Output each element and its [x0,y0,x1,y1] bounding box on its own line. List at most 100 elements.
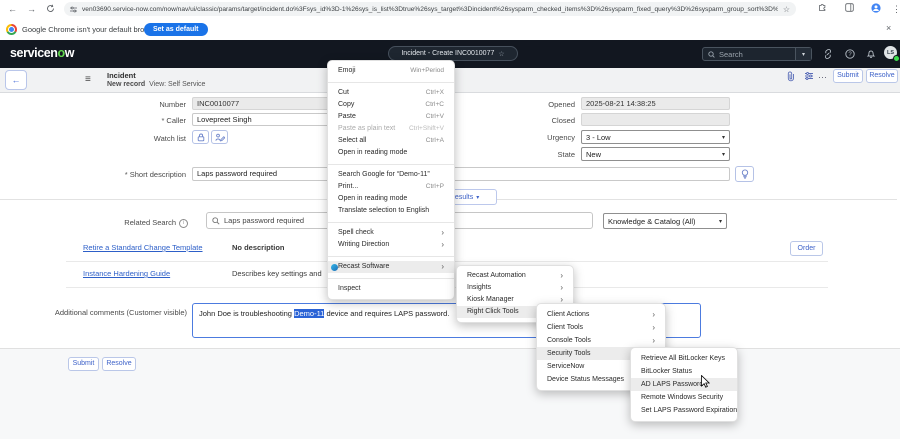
security-tools-submenu: Retrieve All BitLocker Keys BitLocker St… [630,347,738,422]
additional-comments-label: Additional comments (Customer visible) [30,308,187,317]
context-menu-item[interactable]: Copy Ctrl+C [328,99,454,111]
extensions-icon[interactable] [818,3,827,12]
mouse-cursor [701,375,710,388]
submenu-item[interactable]: Set LAPS Password Expiration [631,404,737,417]
browser-menu-icon[interactable]: ⋮ [892,4,900,14]
tab-incident-create[interactable]: Incident - Create INC0010077 ☆ [388,46,518,61]
result-link[interactable]: Retire a Standard Change Template [83,243,203,252]
banner-close-icon[interactable]: × [886,23,891,33]
form-title: Incident [107,71,136,80]
urgency-select[interactable]: 3 - Low▾ [581,130,730,144]
resolve-button-header[interactable]: Resolve [866,69,898,83]
submenu-item[interactable]: Console Tools › [537,334,665,347]
search-icon [708,51,715,58]
side-panel-icon[interactable] [845,3,854,12]
order-button[interactable]: Order [790,241,823,256]
submit-button-footer[interactable]: Submit [68,357,99,371]
context-menu-item[interactable]: Open in reading mode [328,147,454,159]
context-menu-item[interactable]: Open in reading mode [328,193,454,205]
context-menu-item[interactable]: Search Google for “Demo-11” [328,169,454,181]
default-browser-text: Google Chrome isn't your default browser [22,25,160,34]
related-search-label: Related Searchi [100,218,188,228]
resolve-button-footer[interactable]: Resolve [102,357,136,371]
screen: ← → ven03690.service-now.com/now/nav/ui/… [0,0,900,439]
browser-toolbar: ← → ven03690.service-now.com/now/nav/ui/… [0,0,900,18]
chevron-down-icon: ▾ [719,218,722,225]
submenu-item[interactable]: Recast Automation › [457,270,573,282]
set-as-default-button[interactable]: Set as default [144,23,208,36]
context-menu-item[interactable]: Translate selection to English [328,205,454,217]
chrome-logo-icon [6,24,17,35]
site-settings-icon[interactable] [70,6,77,13]
menu-separator [328,256,454,257]
forward-icon[interactable]: → [27,4,36,14]
info-icon[interactable]: i [179,219,188,228]
context-menu-item[interactable]: Select all Ctrl+A [328,135,454,147]
bookmark-star-icon[interactable]: ☆ [783,5,790,14]
connect-icon[interactable] [823,49,833,59]
submenu-arrow-icon: › [441,240,444,249]
context-menu-item[interactable]: Spell check › [328,227,454,239]
profile-avatar-icon[interactable] [871,3,881,13]
url-text[interactable]: ven03690.service-now.com/now/nav/ui/clas… [82,6,778,13]
menu-separator [328,222,454,223]
context-menu-item[interactable]: Paste Ctrl+V [328,111,454,123]
back-icon[interactable]: ← [8,4,17,14]
lightbulb-icon [741,169,749,180]
context-menu: Emoji Win+Period Cut Ctrl+X Copy Ctrl+C … [327,60,455,300]
number-label: Number [36,100,186,109]
submenu-arrow-icon: › [652,323,655,332]
submenu-item[interactable]: BitLocker Status [631,365,737,378]
search-filter-select[interactable]: Knowledge & Catalog (All)▾ [603,213,727,229]
attachment-paperclip-icon[interactable] [786,71,797,82]
context-menu-item[interactable]: Recast Software › [328,261,454,273]
context-menu-item[interactable]: Writing Direction › [328,239,454,251]
search-icon [212,217,220,225]
global-search[interactable]: Search ▾ [702,47,812,61]
watch-list-lock-button[interactable] [192,130,209,144]
chevron-down-icon: ▾ [722,134,725,141]
closed-field [581,113,730,126]
short-description-field[interactable]: Laps password required [192,167,730,181]
submenu-item[interactable]: Insights › [457,282,573,294]
submenu-arrow-icon: › [441,228,444,237]
servicenow-logo[interactable]: servicenow [10,46,74,60]
reload-icon[interactable] [46,4,55,13]
result-link[interactable]: Instance Hardening Guide [83,269,170,278]
notifications-bell-icon[interactable] [866,49,876,59]
submenu-item[interactable]: AD LAPS Password [631,378,737,391]
submenu-item[interactable]: Client Tools › [537,321,665,334]
submit-button-header[interactable]: Submit [833,69,863,83]
short-description-label: *Short description [36,170,186,179]
menu-separator [328,164,454,165]
edit-watch-list-icon [215,133,225,142]
context-menu-item[interactable]: Emoji Win+Period [328,65,454,77]
edit-watch-list-button[interactable] [211,130,228,144]
lock-icon [197,133,205,142]
submenu-arrow-icon: › [652,310,655,319]
watch-list-label: Watch list [36,134,186,143]
suggestion-lightbulb-button[interactable] [735,166,754,182]
form-context-menu-icon[interactable]: ≡ [85,74,91,85]
result-description: Describes key settings and [232,269,322,278]
context-menu-item[interactable]: Cut Ctrl+X [328,87,454,99]
form-subtitle: New recordView: Self Service [107,81,205,88]
submenu-item[interactable]: Retrieve All BitLocker Keys [631,352,737,365]
context-menu-item[interactable]: Inspect [328,283,454,295]
search-scope-dropdown[interactable]: ▾ [795,48,811,60]
personalize-form-icon[interactable] [804,71,815,82]
context-menu-item[interactable]: Paste as plain text Ctrl+Shift+V [328,123,454,135]
url-bar[interactable]: ven03690.service-now.com/now/nav/ui/clas… [64,2,796,16]
state-select[interactable]: New▾ [581,147,730,161]
help-icon[interactable]: ? [845,49,855,59]
context-menu-item[interactable]: Print... Ctrl+P [328,181,454,193]
back-button[interactable]: ← [5,70,27,90]
submenu-arrow-icon: › [441,262,444,271]
submenu-item[interactable]: Client Actions › [537,308,665,321]
favorite-star-icon[interactable]: ☆ [498,50,504,58]
submenu-item[interactable]: Remote Windows Security [631,391,737,404]
more-options-icon[interactable]: ⋯ [818,72,827,83]
result-description: No description [232,243,285,252]
opened-field: 2025-08-21 14:38:25 [581,97,730,110]
caller-label: *Caller [36,116,186,125]
